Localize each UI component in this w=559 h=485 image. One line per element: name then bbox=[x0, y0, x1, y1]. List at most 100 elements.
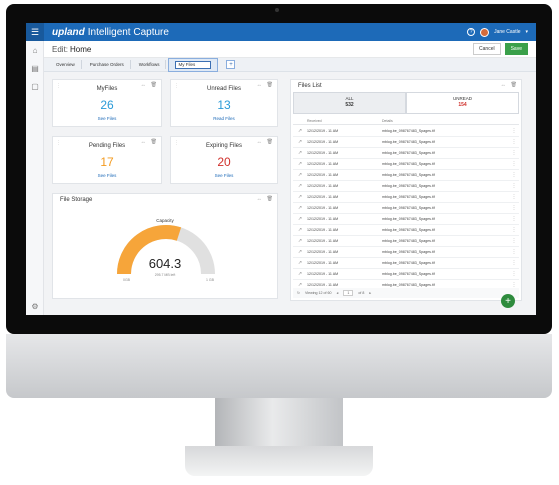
tab-unread-label: UNREAD bbox=[452, 96, 472, 101]
open-file-icon[interactable]: ↗ bbox=[293, 271, 307, 277]
more-options-icon[interactable]: ⋮ bbox=[509, 194, 519, 200]
received-date: 12/12/2019 - 11 AM bbox=[307, 195, 339, 199]
cancel-button[interactable]: Cancel bbox=[473, 43, 501, 55]
card-title: Unread Files bbox=[206, 86, 241, 92]
brand-logo: upland bbox=[52, 26, 85, 38]
home-icon[interactable]: ⌂ bbox=[26, 41, 44, 59]
more-options-icon[interactable]: ⋮ bbox=[509, 161, 519, 167]
table-row[interactable]: ↗ 12/12/2019 - 11 AM mblog.be_098767483_Sp… bbox=[293, 225, 519, 236]
open-file-icon[interactable]: ↗ bbox=[293, 216, 307, 222]
received-date: 12/12/2019 - 11 AM bbox=[307, 283, 339, 287]
open-file-icon[interactable]: ↗ bbox=[293, 194, 307, 200]
open-file-icon[interactable]: ↗ bbox=[293, 249, 307, 255]
help-circle-icon[interactable]: ? bbox=[467, 28, 476, 36]
file-details: mblog.be_098767483_Spages.tif bbox=[382, 140, 435, 144]
table-row[interactable]: ↗ 12/12/2019 - 11 AM mblog.be_098767483_Sp… bbox=[293, 236, 519, 247]
table-row[interactable]: ↗ 12/12/2019 - 11 AM mblog.be_098767483_Sp… bbox=[293, 181, 519, 192]
add-tab-button[interactable]: + bbox=[226, 60, 236, 69]
table-row[interactable]: ↗ 12/12/2019 - 11 AM mblog.be_098767483_Sp… bbox=[293, 214, 519, 225]
tab-workflows[interactable]: Workflows bbox=[133, 60, 167, 69]
more-options-icon[interactable]: ⋮ bbox=[509, 238, 519, 244]
tab-my-files[interactable]: My Files bbox=[168, 57, 219, 72]
open-file-icon[interactable]: ↗ bbox=[293, 227, 307, 233]
page-of: of 8 bbox=[358, 291, 365, 295]
more-options-icon[interactable]: ⋮ bbox=[509, 227, 519, 233]
received-date: 12/12/2019 - 11 AM bbox=[307, 250, 339, 254]
menu-icon[interactable]: ☰ bbox=[26, 23, 44, 41]
more-options-icon[interactable]: ⋮ bbox=[509, 271, 519, 277]
open-file-icon[interactable]: ↗ bbox=[293, 172, 307, 178]
refresh-icon[interactable]: ↻ bbox=[297, 291, 300, 295]
more-options-icon[interactable]: ⋮ bbox=[509, 260, 519, 266]
table-row[interactable]: ↗ 12/12/2019 - 11 AM mblog.be_098767483_Sp… bbox=[293, 269, 519, 280]
file-details: mblog.be_098767483_Spages.tif bbox=[382, 228, 435, 232]
table-row[interactable]: ↗ 12/12/2019 - 11 AM mblog.be_098767483_Sp… bbox=[293, 126, 519, 137]
document-icon[interactable]: ▤ bbox=[26, 59, 44, 77]
tab-all[interactable]: ALL 532 bbox=[293, 92, 406, 114]
open-file-icon[interactable]: ↗ bbox=[293, 260, 307, 266]
monitor-scene: ☰ upland Intelligent Capture ? Jane Cast… bbox=[0, 0, 559, 485]
see-files-link[interactable]: See Files bbox=[53, 116, 161, 121]
tab-all-label: ALL bbox=[345, 96, 354, 101]
table-row[interactable]: ↗ 12/12/2019 - 11 AM mblog.be_098767483_Sp… bbox=[293, 192, 519, 203]
open-file-icon[interactable]: ↗ bbox=[293, 128, 307, 134]
gauge-max-label: 1 GB bbox=[206, 278, 214, 282]
chevron-down-icon[interactable]: ▾ bbox=[525, 29, 528, 35]
user-area: ? Jane Castle ▾ bbox=[467, 27, 536, 37]
prev-page-icon[interactable]: ◂ bbox=[337, 291, 339, 295]
more-options-icon[interactable]: ⋮ bbox=[509, 128, 519, 134]
more-options-icon[interactable]: ⋮ bbox=[509, 205, 519, 211]
save-button[interactable]: Save bbox=[504, 43, 528, 55]
tab-purchase-orders[interactable]: Purchase Orders bbox=[84, 60, 131, 69]
table-row[interactable]: ↗ 12/12/2019 - 11 AM mblog.be_098767483_Sp… bbox=[293, 258, 519, 269]
received-date: 12/12/2019 - 11 AM bbox=[307, 239, 339, 243]
see-files-link[interactable]: See Files bbox=[53, 173, 161, 178]
more-options-icon[interactable]: ⋮ bbox=[509, 216, 519, 222]
clipboard-icon[interactable]: ▢ bbox=[26, 77, 44, 95]
tab-unread[interactable]: UNREAD 154 bbox=[406, 92, 519, 114]
product-name: Intelligent Capture bbox=[87, 26, 169, 38]
next-page-icon[interactable]: ▸ bbox=[369, 291, 371, 295]
see-files-link[interactable]: See Files bbox=[171, 173, 277, 178]
card-title: Pending Files bbox=[88, 143, 126, 149]
open-file-icon[interactable]: ↗ bbox=[293, 150, 307, 156]
file-details: mblog.be_098767483_Spages.tif bbox=[382, 129, 435, 133]
tab-name-input[interactable]: My Files bbox=[175, 60, 212, 69]
more-options-icon[interactable]: ⋮ bbox=[509, 150, 519, 156]
resize-icon[interactable]: ↔ bbox=[501, 82, 506, 88]
page-number[interactable]: 1 bbox=[343, 290, 354, 296]
more-options-icon[interactable]: ⋮ bbox=[509, 172, 519, 178]
card-value: 26 bbox=[100, 98, 114, 112]
open-file-icon[interactable]: ↗ bbox=[293, 238, 307, 244]
file-details: mblog.be_098767483_Spages.tif bbox=[382, 283, 435, 287]
table-row[interactable]: ↗ 12/12/2019 - 11 AM mblog.be_098767483_Sp… bbox=[293, 247, 519, 258]
open-file-icon[interactable]: ↗ bbox=[293, 183, 307, 189]
user-name[interactable]: Jane Castle bbox=[494, 29, 520, 35]
avatar[interactable] bbox=[480, 27, 490, 37]
camera-icon bbox=[275, 8, 279, 12]
table-row[interactable]: ↗ 12/12/2019 - 11 AM mblog.be_098767483_Sp… bbox=[293, 203, 519, 214]
tab-unread-count: 154 bbox=[458, 102, 467, 108]
read-files-link[interactable]: Read Files bbox=[171, 116, 277, 121]
column-details[interactable]: Details bbox=[382, 119, 393, 123]
received-date: 12/12/2019 - 11 AM bbox=[307, 184, 339, 188]
more-options-icon[interactable]: ⋮ bbox=[509, 183, 519, 189]
open-file-icon[interactable]: ↗ bbox=[293, 205, 307, 211]
open-file-icon[interactable]: ↗ bbox=[293, 161, 307, 167]
more-options-icon[interactable]: ⋮ bbox=[509, 139, 519, 145]
open-file-icon[interactable]: ↗ bbox=[293, 139, 307, 145]
file-storage-card: File Storage ↔ 🗑 Capacity 604.3 295.7 MB … bbox=[52, 193, 278, 299]
table-row[interactable]: ↗ 12/12/2019 - 11 AM mblog.be_098767483_Sp… bbox=[293, 159, 519, 170]
file-details: mblog.be_098767483_Spages.tif bbox=[382, 272, 435, 276]
gauge-value: 604.3 bbox=[148, 256, 182, 271]
table-row[interactable]: ↗ 12/12/2019 - 11 AM mblog.be_098767483_Sp… bbox=[293, 170, 519, 181]
received-date: 12/12/2019 - 11 AM bbox=[307, 206, 339, 210]
table-row[interactable]: ↗ 12/12/2019 - 11 AM mblog.be_098767483_Sp… bbox=[293, 148, 519, 159]
table-row[interactable]: ↗ 12/12/2019 - 11 AM mblog.be_098767483_Sp… bbox=[293, 137, 519, 148]
tab-overview[interactable]: Overview bbox=[50, 60, 82, 69]
trash-icon[interactable]: 🗑 bbox=[511, 82, 517, 88]
settings-icon[interactable]: ⚙ bbox=[26, 297, 44, 315]
column-received[interactable]: Received bbox=[307, 119, 382, 123]
more-options-icon[interactable]: ⋮ bbox=[509, 249, 519, 255]
add-file-button[interactable]: + bbox=[501, 294, 515, 308]
